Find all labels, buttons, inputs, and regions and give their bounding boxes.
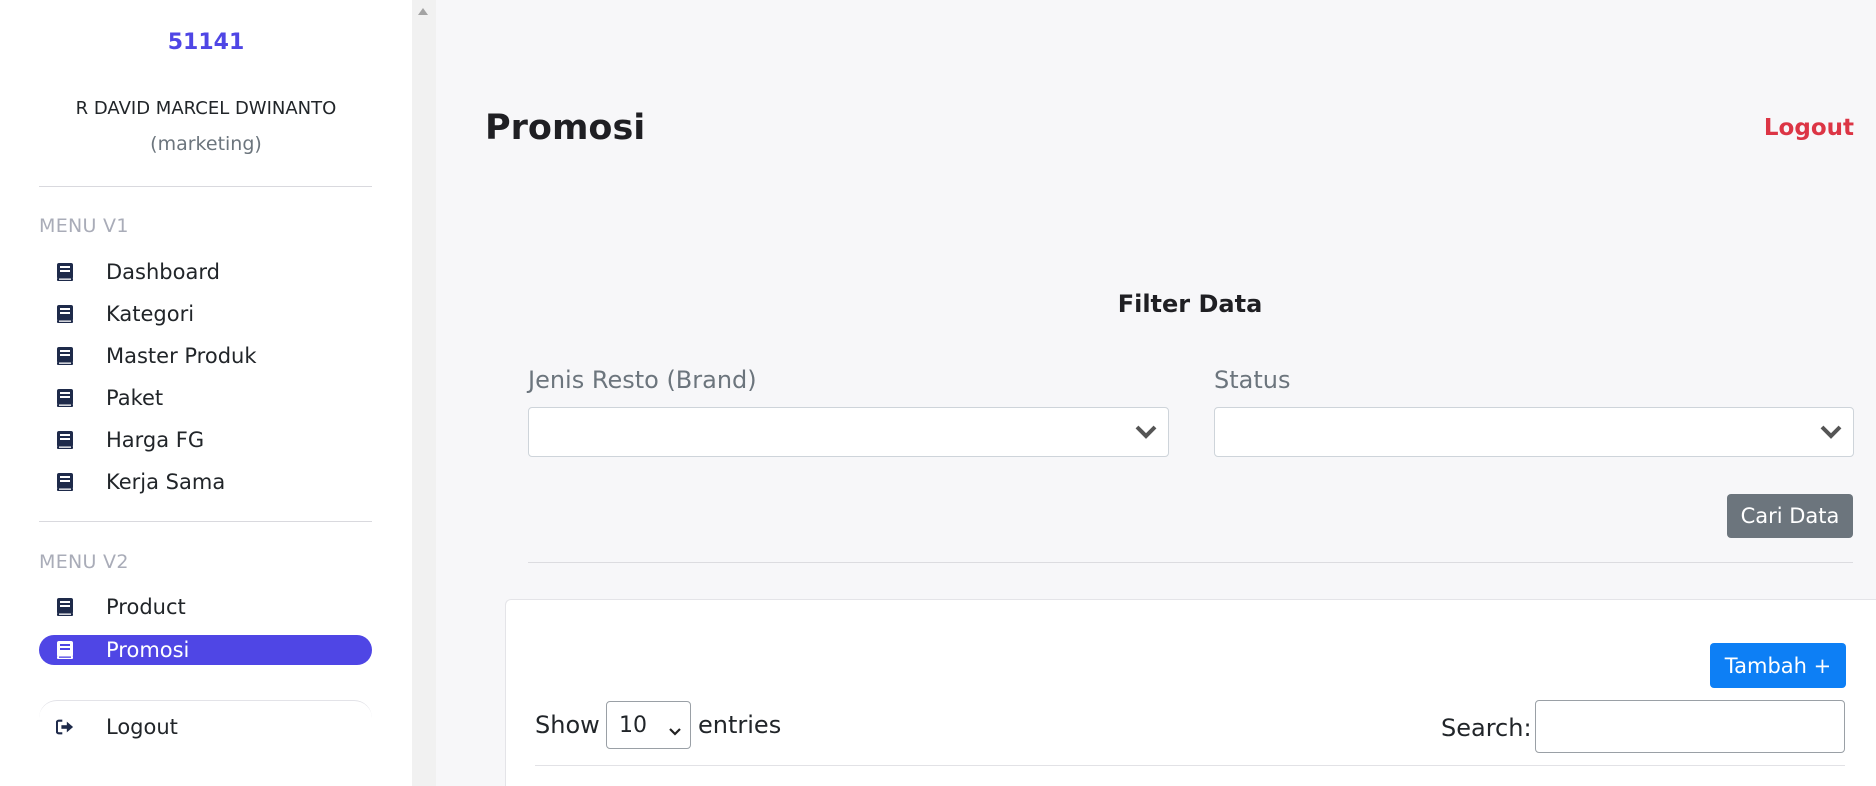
chevron-down-icon <box>1134 420 1158 448</box>
sidebar-item-master-produk[interactable]: Master Produk <box>39 341 372 371</box>
book-icon <box>56 472 74 492</box>
menu-section-v1: MENU V1 <box>39 215 129 237</box>
data-table-card <box>505 599 1876 786</box>
chevron-down-icon <box>668 719 682 744</box>
book-icon <box>56 304 74 324</box>
status-label: Status <box>1214 366 1291 394</box>
entries-length-select[interactable]: 10 <box>606 701 691 749</box>
sidebar-item-label: Product <box>106 595 186 619</box>
filter-title: Filter Data <box>1117 290 1263 318</box>
table-header-divider <box>535 765 1845 766</box>
add-button[interactable]: Tambah + <box>1710 643 1846 688</box>
sidebar-item-label: Master Produk <box>106 344 257 368</box>
sidebar-item-label: Harga FG <box>106 428 205 452</box>
search-label: Search: <box>1441 714 1532 742</box>
sidebar-item-product[interactable]: Product <box>39 592 372 622</box>
logout-link[interactable]: Logout <box>1764 115 1854 141</box>
sidebar-item-promosi[interactable]: Promosi <box>39 635 372 665</box>
sidebar-item-label: Dashboard <box>106 260 220 284</box>
sidebar-item-harga-fg[interactable]: Harga FG <box>39 425 372 455</box>
entries-value: 10 <box>619 712 647 738</box>
sidebar-divider <box>39 521 372 522</box>
user-name: R DAVID MARCEL DWINANTO <box>75 98 337 119</box>
menu-section-v2: MENU V2 <box>39 551 129 573</box>
sign-out-icon <box>56 717 74 737</box>
sidebar-item-label: Promosi <box>106 638 190 662</box>
book-icon <box>56 388 74 408</box>
sidebar-divider <box>39 186 372 187</box>
show-label: Show <box>535 711 600 739</box>
book-icon <box>56 346 74 366</box>
sidebar: 51141 R DAVID MARCEL DWINANTO (marketing… <box>0 0 412 786</box>
user-id: 51141 <box>167 30 245 55</box>
sidebar-item-kategori[interactable]: Kategori <box>39 299 372 329</box>
sidebar-item-logout[interactable]: Logout <box>39 712 372 742</box>
chevron-down-icon <box>1819 420 1843 448</box>
sidebar-item-dashboard[interactable]: Dashboard <box>39 257 372 287</box>
sidebar-item-label: Kategori <box>106 302 195 326</box>
sidebar-item-label: Paket <box>106 386 164 410</box>
status-select[interactable] <box>1214 407 1854 457</box>
brand-label: Jenis Resto (Brand) <box>528 366 757 394</box>
sidebar-item-label: Logout <box>106 715 178 739</box>
book-icon <box>56 640 74 660</box>
page-title: Promosi <box>485 108 646 148</box>
search-data-button[interactable]: Cari Data <box>1727 494 1853 538</box>
book-icon <box>56 262 74 282</box>
sidebar-item-label: Kerja Sama <box>106 470 226 494</box>
sidebar-item-kerja-sama[interactable]: Kerja Sama <box>39 467 372 497</box>
sidebar-item-paket[interactable]: Paket <box>39 383 372 413</box>
filter-divider <box>528 562 1853 563</box>
user-role: (marketing) <box>150 133 262 155</box>
book-icon <box>56 430 74 450</box>
search-input[interactable] <box>1535 700 1845 753</box>
entries-label: entries <box>698 711 782 739</box>
scroll-up-icon[interactable] <box>418 8 428 15</box>
book-icon <box>56 597 74 617</box>
brand-select[interactable] <box>528 407 1169 457</box>
scrollbar[interactable] <box>412 0 436 786</box>
